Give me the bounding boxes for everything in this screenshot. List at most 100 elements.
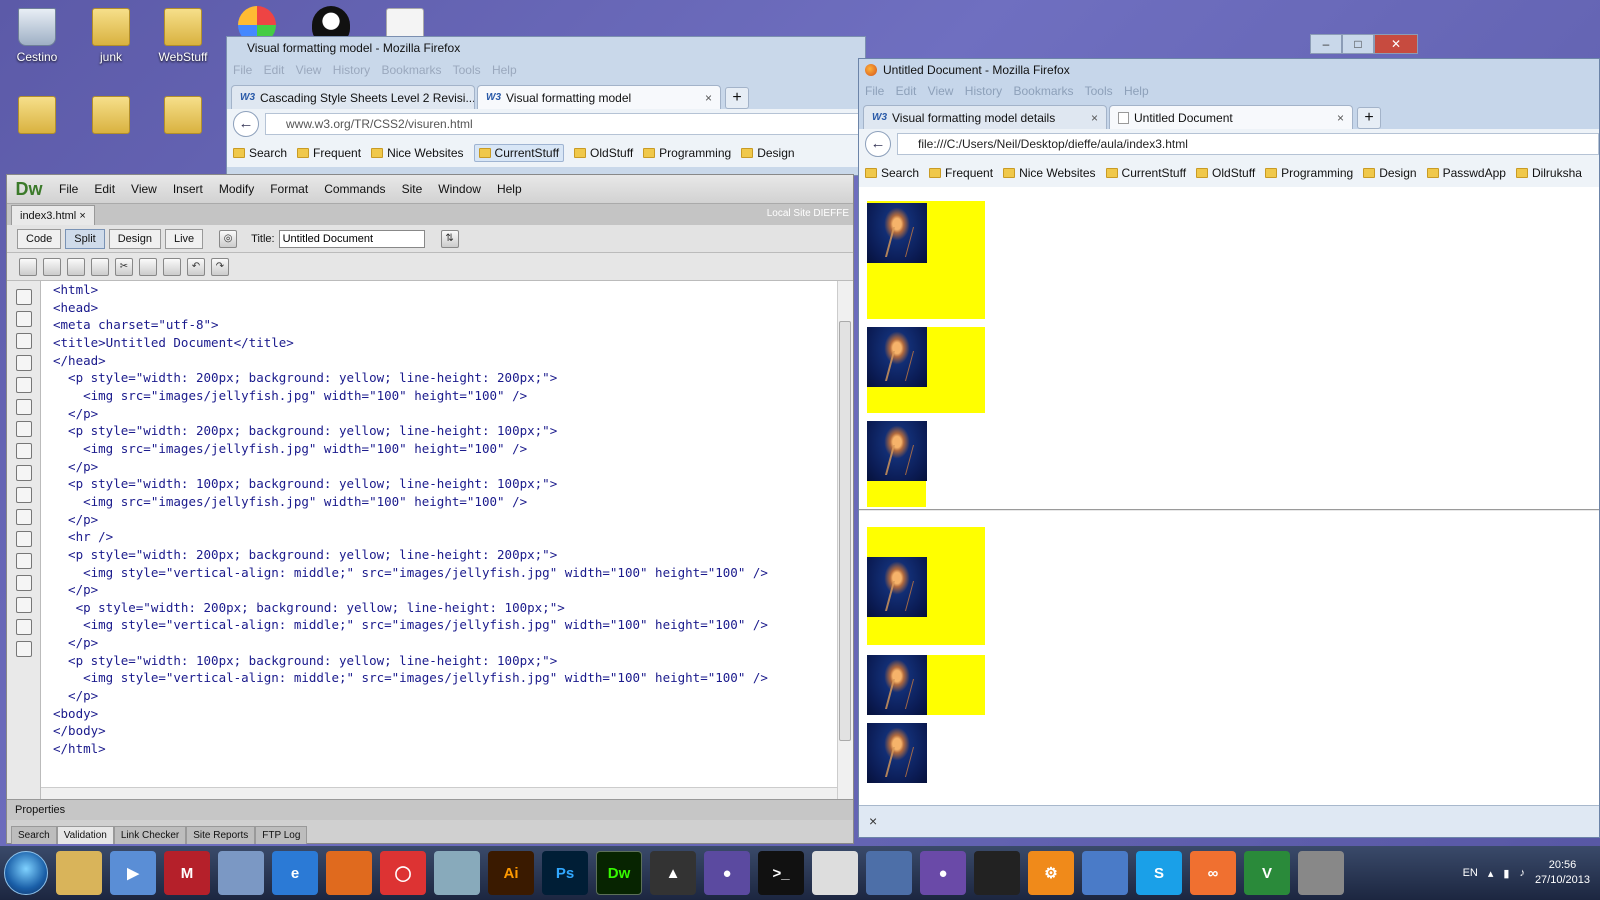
scrollbar-thumb[interactable] [839,321,851,741]
close-icon[interactable]: × [79,210,85,222]
globe-icon[interactable]: ◎ [219,229,238,248]
design-view-button[interactable]: Design [108,228,161,249]
bookmark-currentstuff[interactable]: CurrentStuff [473,144,565,162]
tab-untitled-document[interactable]: Untitled Document × [1109,105,1353,129]
menu-format[interactable]: Format [262,182,316,196]
skype-icon[interactable]: S [1136,851,1182,895]
app-icon[interactable] [434,851,480,895]
code-view-button[interactable]: Code [17,228,62,249]
indent-icon[interactable] [15,597,32,613]
code-editor[interactable]: <html> <head> <meta charset="utf-8"> <ti… [41,281,853,801]
bookmark-frequent[interactable]: Frequent [929,166,993,180]
collapse-selection-icon[interactable] [15,333,32,349]
explorer-icon[interactable] [56,851,102,895]
vertical-scrollbar[interactable] [837,281,853,801]
properties-panel-title[interactable]: Properties [7,800,853,820]
open-icon[interactable] [43,257,61,276]
bookmark-frequent[interactable]: Frequent [297,146,361,160]
menu-modify[interactable]: Modify [211,182,262,196]
tab-link-checker[interactable]: Link Checker [113,826,187,844]
document-tab[interactable]: index3.html × [11,204,95,225]
line-numbers-icon[interactable] [15,421,32,437]
remote-desktop-icon[interactable] [866,851,912,895]
network-status-icon[interactable]: ▮ [1503,867,1509,880]
format-source-icon[interactable] [15,641,32,657]
menu-site[interactable]: Site [394,182,431,196]
bookmark-nice-websites[interactable]: Nice Websites [371,146,464,160]
tab-ftp-log[interactable]: FTP Log [255,826,308,844]
media-player-icon[interactable]: ▶ [110,851,156,895]
balance-braces-icon[interactable] [15,399,32,415]
menu-insert[interactable]: Insert [165,182,211,196]
bookmark-oldstuff[interactable]: OldStuff [574,146,633,160]
close-button[interactable]: ✕ [1374,34,1418,54]
menu-file[interactable]: File [51,182,86,196]
menu-window[interactable]: Window [430,182,489,196]
chrome-icon[interactable]: ◯ [380,851,426,895]
cut-icon[interactable]: ✂ [115,257,133,276]
menu-bar[interactable]: File Edit View History Bookmarks Tools H… [859,81,1599,101]
menu-edit[interactable]: Edit [86,182,123,196]
split-view-button[interactable]: Split [65,228,105,249]
live-view-button[interactable]: Live [164,228,204,249]
desktop-icon-folder-4[interactable] [148,96,218,138]
network-icon[interactable] [218,851,264,895]
recent-snippets-icon[interactable] [15,575,32,591]
bookmark-currentstuff[interactable]: CurrentStuff [1105,166,1186,180]
tab-visual-formatting-details[interactable]: W3 Visual formatting model details × [863,105,1107,129]
bookmark-programming[interactable]: Programming [1265,166,1353,180]
copy-icon[interactable] [139,257,157,276]
menu-commands[interactable]: Commands [316,182,393,196]
desktop-icon-webstuff[interactable]: WebStuff [148,8,218,64]
dreamweaver-icon[interactable]: Dw [596,851,642,895]
save-all-icon[interactable] [91,257,109,276]
close-tab-icon[interactable]: × [1081,106,1098,129]
tab-search[interactable]: Search [11,826,57,844]
paste-icon[interactable] [163,257,181,276]
outdent-icon[interactable] [15,619,32,635]
tab-validation[interactable]: Validation [56,826,114,844]
terminal-icon[interactable] [974,851,1020,895]
url-bar[interactable]: www.w3.org/TR/CSS2/visuren.html [265,113,865,135]
minimize-button[interactable]: – [1310,34,1342,54]
internet-explorer-icon[interactable]: e [272,851,318,895]
url-bar[interactable]: file:///C:/Users/Neil/Desktop/dieffe/aul… [897,133,1599,155]
new-tab-button[interactable]: + [725,87,749,109]
bookmark-design[interactable]: Design [741,146,795,160]
source-code[interactable]: <html> <head> <meta charset="utf-8"> <ti… [41,281,853,758]
bookmark-programming[interactable]: Programming [643,146,731,160]
vim-icon[interactable]: V [1244,851,1290,895]
clock[interactable]: 20:56 27/10/2013 [1535,858,1590,888]
find-bar-close-icon[interactable]: × [869,813,877,829]
desktop-icon-cestino[interactable]: Cestino [2,8,72,64]
firefox-icon[interactable] [326,851,372,895]
bookmark-dilruksha[interactable]: Dilruksha [1515,166,1582,180]
menu-view[interactable]: View [123,182,165,196]
syntax-error-icon[interactable] [15,465,32,481]
mcafee-icon[interactable]: M [164,851,210,895]
photoshop-icon[interactable]: Ps [542,851,588,895]
bookmark-nice-websites[interactable]: Nice Websites [1003,166,1096,180]
close-tab-icon[interactable]: × [1327,106,1344,129]
inkscape-icon[interactable]: ▲ [650,851,696,895]
back-button[interactable]: ← [865,131,891,157]
illustrator-icon[interactable]: Ai [488,851,534,895]
maximize-button[interactable]: □ [1342,34,1374,54]
title-input[interactable] [278,229,425,248]
save-icon[interactable] [67,257,85,276]
redo-icon[interactable]: ↷ [211,257,229,276]
new-document-icon[interactable] [19,257,37,276]
file-management-icon[interactable]: ⇅ [440,229,459,248]
desktop-icon-junk[interactable]: junk [76,8,146,64]
volume-icon[interactable]: ♪ [1519,867,1525,879]
new-tab-button[interactable]: + [1357,107,1381,129]
tab-site-reports[interactable]: Site Reports [186,826,256,844]
apply-comment-icon[interactable] [15,509,32,525]
cmd-icon[interactable]: >_ [758,851,804,895]
desktop-icon-folder-3[interactable] [76,96,146,138]
tab-visual-formatting[interactable]: W3 Visual formatting model × [477,85,721,109]
eclipse-2-icon[interactable]: ● [920,851,966,895]
desktop-icon-folder-2[interactable] [2,96,72,138]
bookmark-oldstuff[interactable]: OldStuff [1196,166,1255,180]
language-indicator[interactable]: EN [1463,867,1478,879]
